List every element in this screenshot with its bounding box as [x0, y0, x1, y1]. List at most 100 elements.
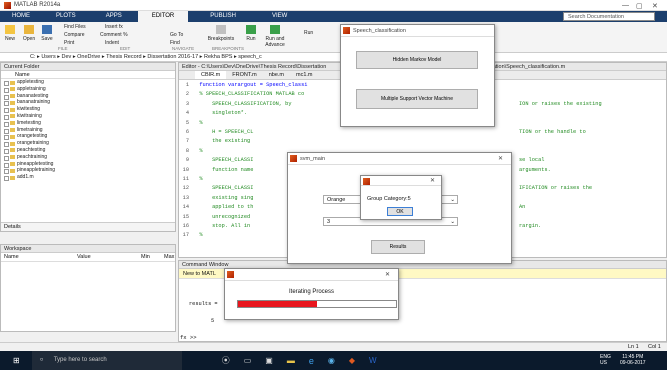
folder-item[interactable]: pineappletraining	[1, 167, 175, 175]
breakpoints-icon	[216, 25, 226, 34]
folder-item[interactable]: bananatesting	[1, 93, 175, 100]
tab-view[interactable]: VIEW	[258, 11, 301, 22]
line-number: 11	[182, 176, 189, 182]
search-icon: ○	[39, 357, 44, 363]
code-text: function name	[193, 166, 254, 173]
compare-button[interactable]: Compare	[64, 32, 85, 38]
code-text-right: ION or raises the existing	[519, 100, 602, 107]
file-explorer-icon[interactable]: ▬	[287, 356, 295, 365]
indent-button[interactable]: Indent	[105, 40, 119, 46]
line-number: 12	[182, 185, 189, 192]
workspace-title: Workspace	[1, 245, 175, 253]
run-section-button[interactable]: Run	[304, 30, 313, 36]
folder-item[interactable]: kiwitesting	[1, 106, 175, 113]
tab-editor[interactable]: EDITOR	[137, 11, 189, 22]
tab-home[interactable]: HOME	[0, 11, 42, 22]
results-button[interactable]: Results	[371, 240, 425, 254]
language-indicator[interactable]: ENG US	[600, 354, 611, 366]
minimize-button[interactable]: —	[622, 0, 629, 11]
folder-item[interactable]: appletraining	[1, 86, 175, 93]
folder-item[interactable]: peachtesting	[1, 147, 175, 154]
edge-browser-icon[interactable]: e	[309, 356, 314, 366]
tab-publish[interactable]: PUBLISH	[188, 11, 258, 22]
find-files-button[interactable]: Find Files	[64, 24, 86, 30]
command-prompt[interactable]: fx >>	[180, 334, 197, 341]
microphone-icon[interactable]: ⦿	[222, 355, 230, 366]
code-line: 2 % SPEECH_CLASSIFICATION MATLAB co	[179, 91, 304, 98]
store-icon[interactable]: ▣	[265, 356, 273, 365]
maximize-button[interactable]: ▢	[636, 0, 643, 11]
save-icon	[42, 25, 52, 34]
workspace-header: Name Value Min Max	[1, 253, 175, 262]
clock[interactable]: 11:45 PM 09-06-2017	[620, 354, 646, 366]
folder-item[interactable]: orangetraining	[1, 140, 175, 147]
code-text: the existing	[193, 138, 251, 145]
folder-item[interactable]: kiwitraining	[1, 113, 175, 120]
line-number: 14	[182, 204, 189, 211]
hidden-markov-model-button[interactable]: Hidden Markov Model	[356, 51, 478, 69]
ok-button[interactable]: OK	[387, 207, 413, 216]
folder-item[interactable]: appletesting	[1, 79, 175, 86]
search-documentation-input[interactable]: Search Documentation	[563, 12, 655, 21]
multiple-svm-button[interactable]: Multiple Support Vector Machine	[356, 89, 478, 109]
folder-item[interactable]: limetraining	[1, 127, 175, 134]
current-folder-title: Current Folder	[1, 63, 175, 71]
code-text: applied to th	[193, 204, 254, 211]
close-button[interactable]: ✕	[652, 0, 658, 11]
folder-item[interactable]: limetesting	[1, 120, 175, 127]
code-line: 16 stop. All in	[179, 223, 251, 230]
file-group-label: FILE	[58, 46, 68, 51]
word-icon[interactable]: W	[369, 356, 377, 365]
details-bar[interactable]: Details	[1, 222, 175, 231]
name-column-header[interactable]: Name	[1, 71, 175, 79]
line-number: 8	[185, 147, 189, 154]
col-max[interactable]: Max	[164, 254, 174, 260]
comment-button[interactable]: Comment %	[100, 32, 128, 38]
tab-plots[interactable]: PLOTS	[42, 11, 90, 22]
code-line: 4 singleton*.	[179, 110, 247, 117]
code-text-right: se local	[519, 157, 545, 164]
folder-item[interactable]: peachtraining	[1, 154, 175, 161]
col-min[interactable]: Min	[141, 254, 150, 260]
current-folder-panel: Current Folder Name appletesting appletr…	[0, 62, 176, 232]
taskbar-search-box[interactable]: ○ Type here to search	[31, 351, 182, 370]
group-category-text: Group Category:5	[367, 196, 411, 202]
run-button[interactable]: Run	[244, 25, 258, 42]
tab-mc1[interactable]: mc1.m	[290, 71, 319, 79]
folder-item[interactable]: pineappletesting	[1, 161, 175, 168]
matlab-taskbar-icon[interactable]: ◆	[349, 356, 355, 365]
line-number: 15	[182, 213, 189, 220]
task-view-icon[interactable]: ▭	[244, 356, 252, 365]
tab-cbir[interactable]: CBIR.m	[195, 71, 227, 79]
ribbon-toolbar: New Open Save Find Files Compare Print I…	[0, 22, 667, 53]
window-title: MATLAB R2014a	[14, 2, 61, 8]
folder-item[interactable]: orangetesting	[1, 133, 175, 141]
tab-nbe[interactable]: nbe.m	[263, 71, 290, 79]
chevron-down-icon: ⌄	[450, 219, 455, 225]
save-button[interactable]: Save	[40, 25, 54, 42]
folder-item[interactable]: bananatraining	[1, 99, 175, 107]
code-line: 12 SPEECH_CLASSI	[179, 185, 254, 192]
close-icon[interactable]: ✕	[498, 153, 503, 165]
close-icon[interactable]: ✕	[385, 269, 390, 281]
close-icon[interactable]: ✕	[430, 176, 435, 186]
chrome-icon[interactable]: ◉	[328, 356, 335, 365]
file-item[interactable]: add1.m	[1, 174, 175, 181]
new-button[interactable]: New	[3, 25, 17, 42]
open-button[interactable]: Open	[22, 25, 36, 42]
goto-button[interactable]: Go To	[170, 32, 183, 38]
progress-fill	[238, 301, 317, 307]
tab-apps[interactable]: APPS	[90, 11, 138, 22]
col-name[interactable]: Name	[4, 254, 19, 260]
insert-button[interactable]: Insert fx	[105, 24, 123, 30]
breakpoints-button[interactable]: Breakpoints	[206, 25, 236, 42]
windows-start-icon[interactable]: ⊞	[13, 356, 20, 365]
line-number: 16	[182, 223, 189, 229]
code-line: 7 the existing	[179, 138, 250, 145]
tab-front[interactable]: FRONT.m	[226, 71, 262, 79]
col-value[interactable]: Value	[77, 254, 91, 260]
line-number: 4	[185, 110, 189, 117]
run-and-advance-button[interactable]: Run and Advance	[262, 25, 288, 48]
address-bar[interactable]: C: ▸ Users ▸ Dev ▸ OneDrive ▸ Thesis Rec…	[0, 53, 667, 62]
code-line: 13 existing sing	[179, 195, 254, 202]
